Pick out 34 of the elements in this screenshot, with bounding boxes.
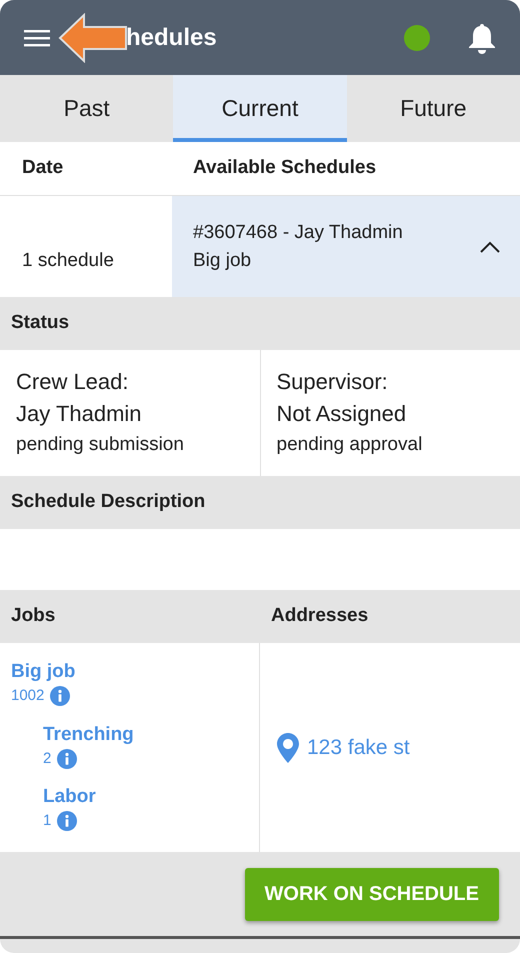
person-name: Not Assigned [276,400,408,428]
job-link[interactable]: Labor [43,784,96,810]
job-number: 1 [43,811,52,831]
job-link[interactable]: Big job [11,659,76,685]
bell-icon[interactable] [468,22,496,54]
chevron-icon[interactable] [480,240,500,252]
column-header: Addresses [270,604,368,628]
job-number: 2 [43,748,52,768]
tab[interactable]: Current [173,75,347,142]
location-pin-icon [277,732,299,762]
approval-state: pending approval [276,433,424,457]
table-cell-text: 1 schedule [22,248,114,272]
work-on-schedule-button[interactable]: WORK ON SCHEDULE [244,868,499,920]
column-header: Jobs [10,604,56,628]
role-label: Supervisor: [276,368,389,396]
arrow-icon [58,12,128,62]
address-link[interactable]: 123 fake st [307,732,410,764]
person-name: Jay Thadmin [16,400,143,428]
menu-icon[interactable] [24,28,50,46]
schedule-item[interactable]: #3607468 - Jay Thadmin Big job [172,196,520,297]
column-header: Date [21,156,64,180]
info-icon[interactable] [57,811,78,832]
approval-state: pending submission [16,433,185,457]
schedule-title: #3607468 - Jay Thadmin [193,220,404,244]
info-icon[interactable] [50,686,70,706]
section-heading: Status [11,311,70,336]
section-heading: Schedule Description [11,490,206,514]
page-title: hedules [126,22,217,52]
info-icon[interactable] [57,748,78,769]
job-link[interactable]: Trenching [43,722,134,748]
role-label: Crew Lead: [16,368,130,396]
schedule-subtitle: Big job [193,248,252,272]
column-header: Available Schedules [192,156,376,180]
job-number: 1002 [11,686,44,706]
